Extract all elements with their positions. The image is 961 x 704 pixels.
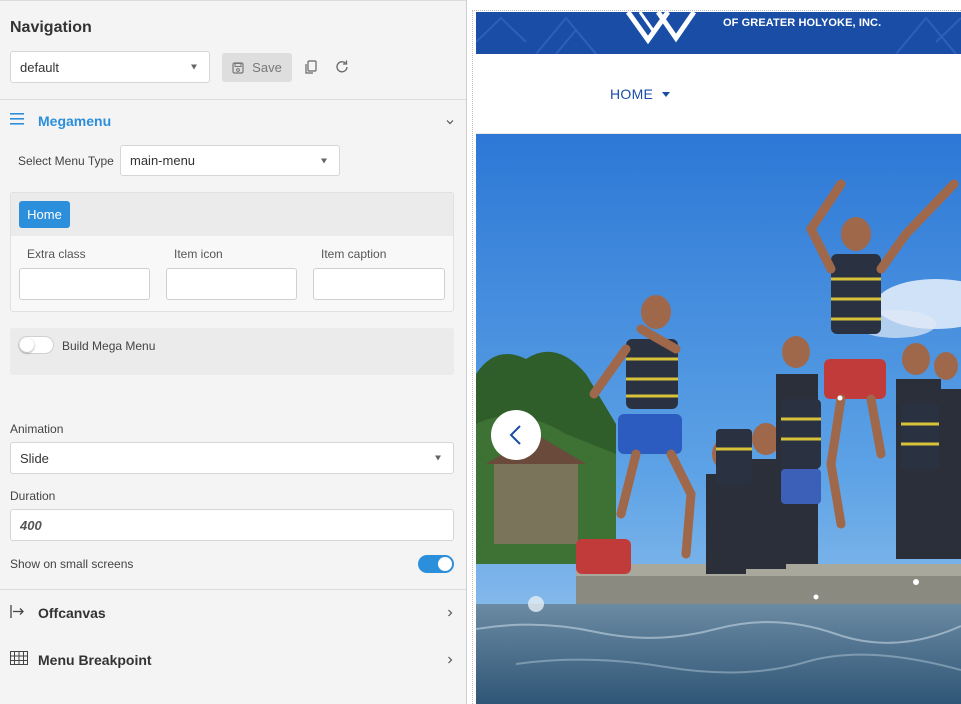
- item-icon-input[interactable]: [166, 268, 297, 300]
- hero-photo: [476, 134, 961, 704]
- caret-down-icon: [662, 92, 670, 97]
- hamburger-icon: [10, 113, 24, 125]
- extra-class-input[interactable]: [19, 268, 150, 300]
- org-name: OF GREATER HOLYOKE, INC.: [723, 17, 882, 29]
- build-mega-menu-toggle[interactable]: [18, 336, 54, 354]
- save-button[interactable]: Save: [222, 53, 292, 82]
- breakpoint-grid-icon: [10, 651, 28, 665]
- megamenu-header[interactable]: Megamenu: [0, 101, 466, 141]
- floppy-icon: [232, 61, 244, 74]
- banner-pattern: [476, 16, 961, 54]
- duration-label: Duration: [10, 489, 56, 503]
- chevron-right-icon: [448, 656, 453, 664]
- menu-item-home-label: Home: [27, 207, 62, 222]
- copy-icon[interactable]: [303, 59, 319, 75]
- build-mega-menu-box: Build Mega Menu: [10, 328, 454, 375]
- menu-type-value: main-menu: [130, 153, 196, 168]
- offcanvas-header[interactable]: Offcanvas: [0, 593, 466, 633]
- duration-value: 400: [20, 517, 42, 533]
- refresh-icon[interactable]: [334, 59, 350, 75]
- animation-select[interactable]: Slide: [10, 442, 454, 474]
- menu-select-value: default: [20, 59, 60, 75]
- item-caption-label: Item caption: [321, 247, 387, 261]
- save-label: Save: [252, 60, 282, 75]
- panel-title: Navigation: [10, 19, 92, 36]
- item-caption-input[interactable]: [313, 268, 445, 300]
- item-icon-label: Item icon: [174, 247, 223, 261]
- build-mega-menu-label: Build Mega Menu: [62, 339, 156, 353]
- preview-frame-edge: [472, 10, 961, 11]
- extra-class-label: Extra class: [27, 247, 86, 261]
- menu-select[interactable]: default: [10, 51, 210, 83]
- hero-slide-image: [476, 134, 961, 704]
- offcanvas-title: Offcanvas: [38, 605, 106, 621]
- site-top-nav: HOME: [476, 54, 961, 134]
- divider: [0, 99, 466, 100]
- navigation-panel: Navigation default Save Megamenu Select: [0, 0, 466, 704]
- menu-breakpoint-header[interactable]: Menu Breakpoint: [0, 640, 466, 680]
- chevron-left-icon: [509, 425, 521, 445]
- menu-items-bar: Home: [11, 193, 453, 236]
- chevron-right-icon: [448, 609, 453, 617]
- logo-mark-icon: [625, 12, 697, 45]
- animation-value: Slide: [20, 450, 49, 466]
- menu-item-home[interactable]: Home: [19, 201, 70, 228]
- slider-prev-button[interactable]: [491, 410, 541, 460]
- megamenu-title: Megamenu: [38, 113, 112, 129]
- nav-home-link[interactable]: HOME: [610, 86, 653, 102]
- small-screens-toggle[interactable]: [418, 555, 454, 573]
- preview-frame-edge: [472, 10, 473, 704]
- panel-splitter[interactable]: [466, 0, 467, 704]
- site-preview: OF GREATER HOLYOKE, INC. HOME: [476, 12, 961, 704]
- menu-breakpoint-title: Menu Breakpoint: [38, 652, 152, 668]
- divider: [0, 589, 466, 590]
- chevron-down-icon: [435, 455, 441, 461]
- site-header-banner: OF GREATER HOLYOKE, INC.: [476, 12, 961, 54]
- chevron-down-icon: [191, 64, 197, 70]
- small-screens-label: Show on small screens: [10, 557, 134, 571]
- duration-input[interactable]: 400: [10, 509, 454, 541]
- animation-label: Animation: [10, 422, 64, 436]
- chevron-down-icon: [446, 120, 454, 125]
- menu-type-label: Select Menu Type: [18, 154, 114, 168]
- chevron-down-icon: [321, 158, 327, 163]
- menu-type-select[interactable]: main-menu: [120, 145, 340, 176]
- arrow-to-line-icon: [10, 605, 24, 618]
- menu-item-settings: Home Extra class Item icon Item caption: [10, 192, 454, 312]
